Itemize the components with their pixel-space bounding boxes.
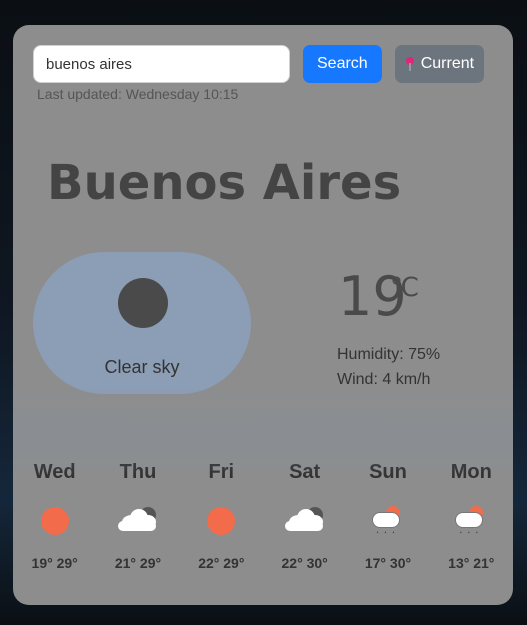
current-weather-icon-panel: Clear sky bbox=[33, 252, 251, 394]
current-location-button[interactable]: Current bbox=[394, 45, 485, 83]
last-updated-text: Last updated: Wednesday 10:15 bbox=[37, 86, 239, 102]
weather-card: Search Current Last updated: Wednesday 1… bbox=[13, 25, 513, 605]
forecast-day-name: Mon bbox=[450, 461, 492, 483]
search-row: Search Current bbox=[33, 45, 485, 83]
rain-icon: ‧ ‧ ‧ bbox=[451, 501, 491, 541]
sun-icon bbox=[201, 501, 241, 541]
forecast-day: Sat 22° 30° bbox=[265, 461, 345, 571]
moon-icon bbox=[118, 278, 168, 328]
forecast-day: Sun ‧ ‧ ‧ 17° 30° bbox=[348, 461, 428, 571]
rain-icon: ‧ ‧ ‧ bbox=[368, 501, 408, 541]
current-location-label: Current bbox=[420, 55, 475, 72]
current-weather-description: Clear sky bbox=[104, 357, 180, 377]
forecast-temps: 21° 29° bbox=[114, 555, 162, 571]
forecast-day-name: Thu bbox=[119, 461, 157, 483]
temperature-unit: ℃ bbox=[390, 273, 420, 302]
humidity-text: Humidity: 75% bbox=[337, 346, 441, 363]
forecast-day-name: Fri bbox=[208, 461, 235, 483]
forecast-day: Thu 21° 29° bbox=[98, 461, 178, 571]
location-pin-icon bbox=[405, 57, 415, 71]
forecast-row: Wed 19° 29° Thu 21° 29° Fri 22° 29° Sat … bbox=[13, 461, 513, 571]
city-name: Buenos Aires bbox=[47, 155, 402, 211]
city-search-input[interactable] bbox=[33, 45, 290, 83]
forecast-day: Wed 19° 29° bbox=[15, 461, 95, 571]
forecast-temps: 17° 30° bbox=[364, 555, 412, 571]
forecast-day-name: Sun bbox=[369, 461, 407, 483]
forecast-temps: 22° 29° bbox=[198, 555, 245, 571]
search-button[interactable]: Search bbox=[303, 45, 382, 83]
forecast-temps: 19° 29° bbox=[31, 555, 78, 571]
forecast-day: Fri 22° 29° bbox=[181, 461, 261, 571]
forecast-day-name: Wed bbox=[33, 461, 76, 483]
forecast-temps: 22° 30° bbox=[281, 555, 328, 571]
wind-text: Wind: 4 km/h bbox=[337, 371, 431, 388]
forecast-temps: 13° 21° bbox=[448, 555, 495, 571]
sun-icon bbox=[35, 501, 75, 541]
cloud-icon bbox=[284, 501, 325, 541]
cloud-icon bbox=[117, 501, 158, 541]
forecast-day: Mon ‧ ‧ ‧ 13° 21° bbox=[431, 461, 511, 571]
forecast-day-name: Sat bbox=[289, 461, 321, 483]
